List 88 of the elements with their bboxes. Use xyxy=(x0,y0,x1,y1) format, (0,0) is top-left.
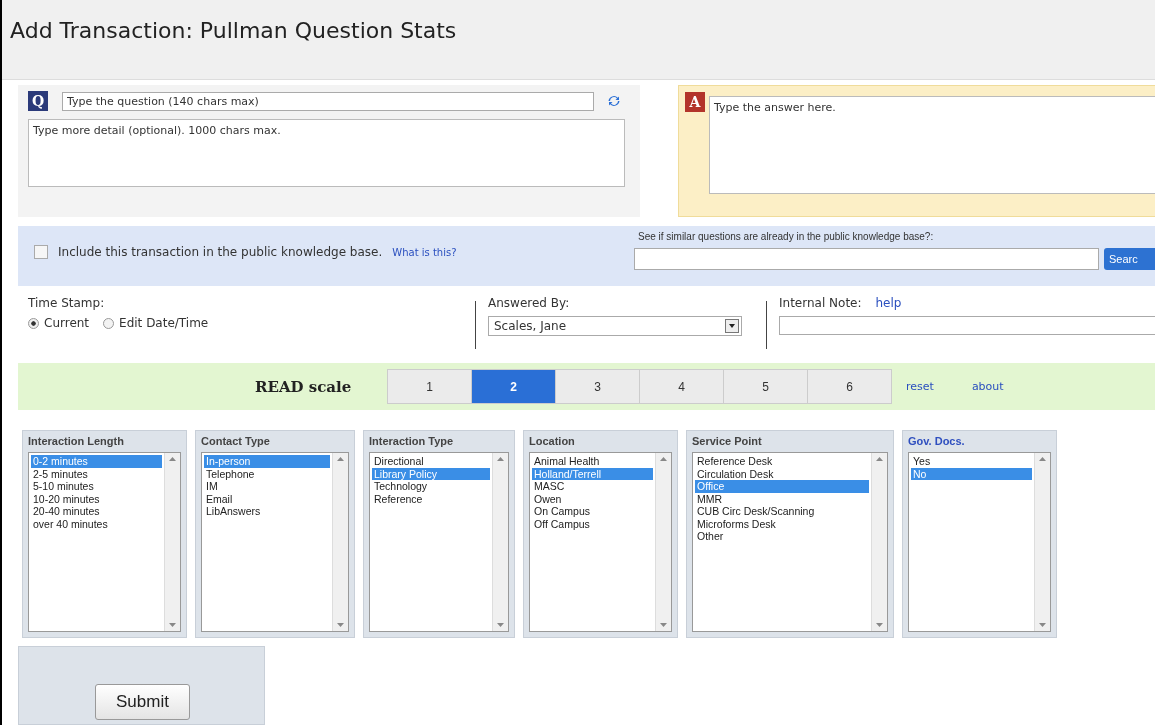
scale-button[interactable]: 1 xyxy=(387,369,472,404)
scroll-down-icon[interactable] xyxy=(497,623,504,627)
list-title: Interaction Type xyxy=(369,435,455,447)
list-box[interactable]: 0-2 minutes 2-5 minutes 5-10 minutes 10-20 minutes 20-40 minutes over 40 minutes xyxy=(28,452,181,632)
search-button[interactable]: Searc xyxy=(1104,248,1155,270)
list-option[interactable]: Yes xyxy=(911,455,1032,468)
list-option[interactable]: 20-40 minutes xyxy=(31,505,162,518)
list-option[interactable]: Microforms Desk xyxy=(695,517,869,530)
dropdown-icon[interactable] xyxy=(725,319,739,333)
list-option[interactable]: over 40 minutes xyxy=(31,517,162,530)
list-option[interactable]: Technology xyxy=(372,480,490,493)
detail-field[interactable]: Type more detail (optional). 1000 chars max. xyxy=(28,119,625,187)
list-option[interactable]: Telephone xyxy=(204,467,330,480)
scroll-bar[interactable] xyxy=(492,453,508,631)
internal-note-label: Internal Note: xyxy=(779,296,862,310)
scroll-up-icon[interactable] xyxy=(876,457,883,461)
scale-button[interactable]: 6 xyxy=(807,369,892,404)
list-option[interactable]: Reference xyxy=(372,492,490,505)
scroll-down-icon[interactable] xyxy=(1039,623,1046,627)
scroll-bar[interactable] xyxy=(164,453,180,631)
answer-badge: A xyxy=(685,92,705,112)
scroll-down-icon[interactable] xyxy=(660,623,667,627)
list-option[interactable]: Directional xyxy=(372,455,490,468)
scale-link[interactable]: reset xyxy=(906,380,934,393)
help-link[interactable]: help xyxy=(875,296,902,310)
similar-questions-label: See if similar questions are already in the public knowledge base?: xyxy=(637,231,935,242)
submit-button[interactable]: Submit xyxy=(95,684,190,720)
answered-by-label: Answered By: xyxy=(488,296,571,310)
list-option[interactable]: Off Campus xyxy=(532,517,653,530)
knowledge-base-label: Include this transaction in the public knowledge base. xyxy=(58,245,383,259)
list-option[interactable]: Reference Desk xyxy=(695,455,869,468)
scroll-down-icon[interactable] xyxy=(169,623,176,627)
list-box[interactable]: Animal Health Holland/Terrell MASC Owen On Campus Off Campus xyxy=(529,452,672,632)
time-stamp-label: Time Stamp: xyxy=(28,296,106,310)
scroll-bar[interactable] xyxy=(332,453,348,631)
knowledge-base-checkbox[interactable] xyxy=(34,245,48,259)
refresh-icon[interactable] xyxy=(608,95,620,107)
list-option[interactable]: Circulation Desk xyxy=(695,467,869,480)
scroll-up-icon[interactable] xyxy=(337,457,344,461)
radio-label: Current xyxy=(44,316,90,330)
scroll-up-icon[interactable] xyxy=(660,457,667,461)
answered-by-select[interactable]: Scales, Jane xyxy=(488,316,742,336)
list-title: Gov. Docs. xyxy=(908,435,966,447)
what-is-this-link[interactable]: What is this? xyxy=(392,246,457,258)
list-title: Service Point xyxy=(692,435,763,447)
scroll-up-icon[interactable] xyxy=(1039,457,1046,461)
scroll-down-icon[interactable] xyxy=(876,623,883,627)
list-option[interactable]: On Campus xyxy=(532,505,653,518)
scroll-bar[interactable] xyxy=(655,453,671,631)
similar-search-field[interactable] xyxy=(634,248,1099,270)
list-option[interactable]: 10-20 minutes xyxy=(31,492,162,505)
scale-link[interactable]: about xyxy=(971,380,1004,393)
internal-note-field[interactable] xyxy=(779,316,1155,335)
scale-button[interactable]: 2 xyxy=(471,369,556,404)
radio-label: Edit Date/Time xyxy=(119,316,209,330)
list-title: Interaction Length xyxy=(28,435,125,447)
list-option[interactable]: LibAnswers xyxy=(204,505,330,518)
list-title: Location xyxy=(529,435,576,447)
scroll-up-icon[interactable] xyxy=(497,457,504,461)
list-option[interactable]: MASC xyxy=(532,480,653,493)
list-box[interactable]: Yes No xyxy=(908,452,1051,632)
scroll-up-icon[interactable] xyxy=(169,457,176,461)
radio-button[interactable] xyxy=(28,317,39,329)
scroll-bar[interactable] xyxy=(1034,453,1050,631)
read-scale-label: READ scale xyxy=(255,377,353,396)
list-option[interactable]: 2-5 minutes xyxy=(31,467,162,480)
list-option[interactable]: CUB Circ Desk/Scanning xyxy=(695,505,869,518)
list-option[interactable]: MMR xyxy=(695,492,869,505)
list-title: Contact Type xyxy=(201,435,271,447)
list-option[interactable]: Other xyxy=(695,530,869,543)
list-box[interactable]: In-person Telephone IM Email LibAnswers xyxy=(201,452,349,632)
scroll-down-icon[interactable] xyxy=(337,623,344,627)
answer-field[interactable]: Type the answer here. xyxy=(709,96,1155,194)
radio-button[interactable] xyxy=(103,317,115,329)
list-box[interactable]: Reference Desk Circulation Desk Office MMR CUB Circ Desk/Scanning Microforms Desk Other xyxy=(692,452,888,632)
list-option[interactable]: 5-10 minutes xyxy=(31,480,162,493)
list-option[interactable]: Owen xyxy=(532,492,653,505)
scale-button[interactable]: 4 xyxy=(639,369,724,404)
list-option[interactable]: IM xyxy=(204,480,330,493)
list-option[interactable]: Animal Health xyxy=(532,455,653,468)
scale-button[interactable]: 3 xyxy=(555,369,640,404)
question-badge: Q xyxy=(28,91,48,111)
scroll-bar[interactable] xyxy=(871,453,887,631)
page-title: Add Transaction: Pullman Question Stats xyxy=(10,18,458,43)
scale-button[interactable]: 5 xyxy=(723,369,808,404)
list-option[interactable]: Email xyxy=(204,492,330,505)
list-box[interactable]: Directional Library Policy Technology Reference xyxy=(369,452,509,632)
question-field[interactable]: Type the question (140 chars max) xyxy=(62,91,594,111)
